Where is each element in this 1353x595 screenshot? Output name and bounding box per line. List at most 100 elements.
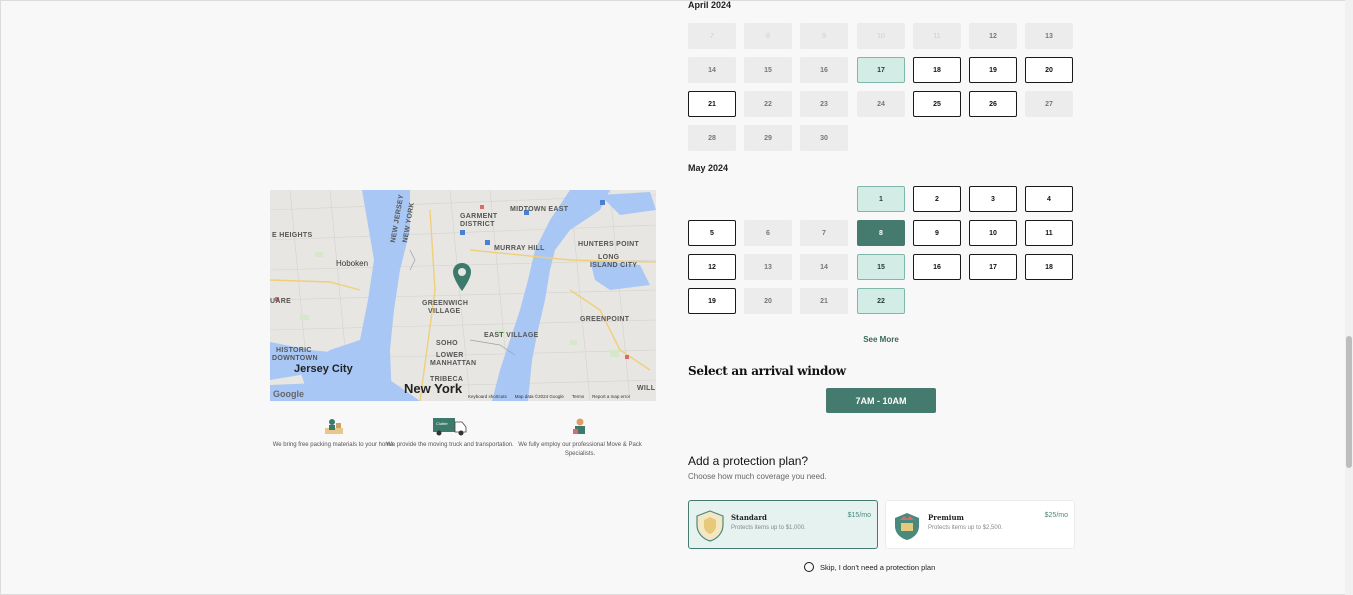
feature-specialist-text: We fully employ our professional Move & …	[518, 442, 642, 457]
calendar-day-may-6: 6	[744, 220, 792, 246]
plan-premium-desc: Protects items up to $2,500.	[928, 525, 1003, 531]
calendar-day-april-8: 8	[744, 23, 792, 49]
map-label-jersey-city: Jersey City	[294, 363, 353, 375]
calendar-day-april-10: 10	[857, 23, 905, 49]
calendar-day-april-28: 28	[688, 125, 736, 151]
calendar-day-may-2[interactable]: 2	[913, 186, 961, 212]
calendar-day-may-18[interactable]: 18	[1025, 254, 1073, 280]
standard-shield-icon	[696, 510, 724, 542]
map-label-downtown: DOWNTOWN	[272, 355, 318, 362]
calendar-day-may-19[interactable]: 19	[688, 288, 736, 314]
plan-premium-card[interactable]: Premium Protects items up to $2,500. $25…	[885, 500, 1075, 549]
calendar-day-may-8[interactable]: 8	[857, 220, 905, 246]
feature-packing-text: We bring free packing materials to your …	[272, 442, 396, 448]
calendar-day-april-14: 14	[688, 57, 736, 83]
calendar-day-may-10[interactable]: 10	[969, 220, 1017, 246]
map-label-murray: MURRAY HILL	[494, 245, 545, 252]
calendar-day-may-20: 20	[744, 288, 792, 314]
calendar-day-may-17[interactable]: 17	[969, 254, 1017, 280]
arrival-window-title: Select an arrival window	[688, 364, 846, 378]
premium-shield-icon	[895, 513, 919, 540]
calendar-day-may-16[interactable]: 16	[913, 254, 961, 280]
calendar-day-april-22: 22	[744, 91, 792, 117]
calendar-day-may-5[interactable]: 5	[688, 220, 736, 246]
moving-truck-icon: Clutter	[433, 418, 467, 436]
map-report-link[interactable]: Report a map error	[592, 394, 630, 399]
feature-truck: Clutter We provide the moving truck and …	[385, 417, 515, 450]
calendar-day-april-18[interactable]: 18	[913, 57, 961, 83]
calendar-day-april-11: 11	[913, 23, 961, 49]
map-label-east-village: EAST VILLAGE	[484, 332, 539, 339]
calendar-day-april-26[interactable]: 26	[969, 91, 1017, 117]
google-logo: Google	[273, 389, 304, 399]
calendar-day-april-12: 12	[969, 23, 1017, 49]
calendar-day-april-25[interactable]: 25	[913, 91, 961, 117]
location-pin-icon[interactable]	[452, 262, 472, 292]
plan-standard-card[interactable]: Standard Protects items up to $1,000. $1…	[688, 500, 878, 549]
skip-protection-option[interactable]: Skip, I don't need a protection plan	[804, 562, 935, 572]
month-title-april: April 2024	[688, 0, 732, 10]
location-map[interactable]: GARMENT DISTRICT MIDTOWN EAST E HEIGHTS …	[270, 190, 656, 401]
map-label-hunters: HUNTERS POINT	[578, 241, 640, 248]
top-border	[0, 0, 1353, 1]
calendar-day-may-14: 14	[800, 254, 848, 280]
feature-packing: We bring free packing materials to your …	[269, 417, 399, 450]
calendar-day-april-19[interactable]: 19	[969, 57, 1017, 83]
plan-standard-name: Standard	[731, 513, 767, 522]
calendar-day-may-4[interactable]: 4	[1025, 186, 1073, 212]
page-scrollbar-thumb[interactable]	[1346, 336, 1352, 468]
see-more-link[interactable]: See More	[830, 335, 932, 344]
skip-radio[interactable]	[804, 562, 814, 572]
calendar-day-april-20[interactable]: 20	[1025, 57, 1073, 83]
calendar-day-april-30: 30	[800, 125, 848, 151]
map-label-square: UARE	[270, 298, 292, 305]
map-label-garment: GARMENT	[460, 213, 498, 220]
calendar-day-april-17[interactable]: 17	[857, 57, 905, 83]
feature-truck-text: We provide the moving truck and transpor…	[386, 442, 514, 448]
calendar-day-may-13: 13	[744, 254, 792, 280]
calendar-day-may-21: 21	[800, 288, 848, 314]
arrival-window-7-10am[interactable]: 7AM - 10AM	[826, 388, 936, 413]
map-label-greenpoint: GREENPOINT	[580, 316, 630, 323]
map-label-new-york: New York	[404, 381, 463, 396]
calendar-day-april-7: 7	[688, 23, 736, 49]
calendar-day-april-24: 24	[857, 91, 905, 117]
map-data-text: Map data ©2024 Google	[514, 394, 564, 399]
calendar-day-april-9: 9	[800, 23, 848, 49]
map-label-historic: HISTORIC	[276, 347, 312, 354]
packing-materials-icon	[325, 419, 343, 434]
map-label-midtown: MIDTOWN EAST	[510, 206, 569, 213]
calendar-day-may-3[interactable]: 3	[969, 186, 1017, 212]
map-label-greenwich: GREENWICH	[422, 300, 469, 307]
map-terms-link[interactable]: Terms	[572, 394, 584, 399]
plan-standard-desc: Protects items up to $1,000.	[731, 525, 806, 531]
map-keyboard-shortcuts-link[interactable]: Keyboard shortcuts	[468, 394, 507, 399]
map-label-lic1: LONG	[598, 254, 620, 261]
plan-premium-price: $25/mo	[1044, 512, 1068, 519]
map-label-hoboken: Hoboken	[336, 259, 369, 268]
specialist-icon	[573, 418, 585, 434]
plan-standard-price: $15/mo	[847, 512, 871, 519]
page-scrollbar-track[interactable]	[1345, 0, 1353, 595]
calendar-day-april-15: 15	[744, 57, 792, 83]
skip-protection-label: Skip, I don't need a protection plan	[820, 562, 936, 572]
map-footer: Keyboard shortcuts Map data ©2024 Google…	[468, 394, 630, 399]
map-label-lower: LOWER	[436, 352, 464, 359]
calendar-day-may-22[interactable]: 22	[857, 288, 905, 314]
calendar-day-may-12[interactable]: 12	[688, 254, 736, 280]
feature-specialist: We fully employ our professional Move & …	[515, 417, 645, 459]
calendar-day-may-15[interactable]: 15	[857, 254, 905, 280]
protection-plan-title: Add a protection plan?	[688, 454, 809, 468]
calendar-day-may-9[interactable]: 9	[913, 220, 961, 246]
map-label-lic2: ISLAND CITY	[590, 262, 638, 269]
calendar-day-april-21[interactable]: 21	[688, 91, 736, 117]
calendar-day-may-1[interactable]: 1	[857, 186, 905, 212]
calendar-day-april-13: 13	[1025, 23, 1073, 49]
map-label-soho: SOHO	[436, 340, 458, 347]
month-title-may: May 2024	[688, 163, 729, 173]
calendar-day-april-27: 27	[1025, 91, 1073, 117]
map-label-village: VILLAGE	[428, 308, 461, 315]
map-label-will: WILL	[637, 385, 656, 392]
map-label-district: DISTRICT	[460, 221, 495, 228]
calendar-day-may-11[interactable]: 11	[1025, 220, 1073, 246]
